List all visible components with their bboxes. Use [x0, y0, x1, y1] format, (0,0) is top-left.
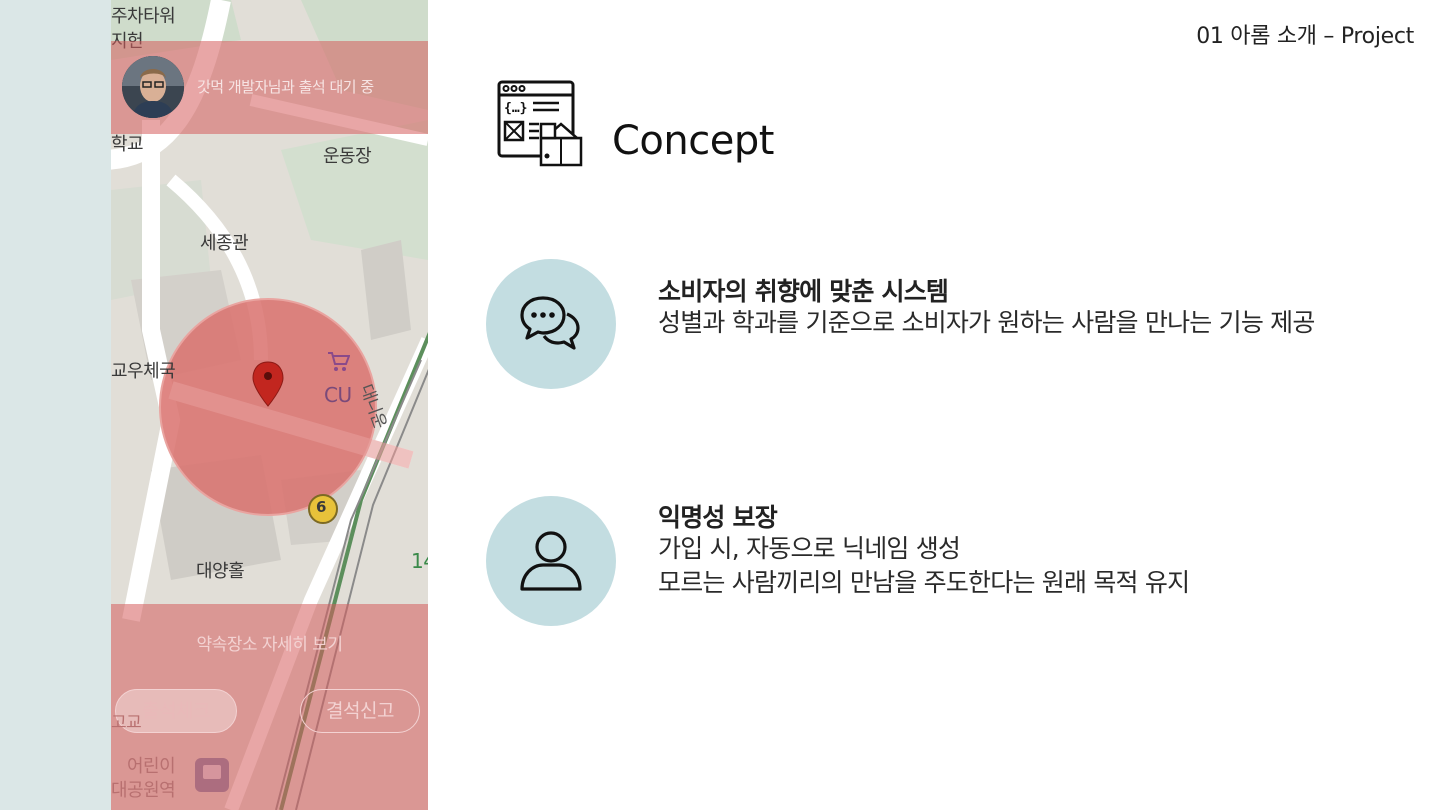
road-marker-number: 6	[316, 498, 326, 516]
feature-icon-circle-2	[486, 496, 616, 626]
feature-2-desc-line-2: 모르는 사람끼리의 만남을 주도한다는 원래 목적 유지	[658, 568, 1190, 597]
view-place-details-link[interactable]: 약속장소 자세히 보기	[111, 630, 428, 655]
left-side-strip	[0, 0, 111, 810]
feature-icon-circle-1	[486, 259, 616, 389]
map-label-post-office: 교우체국	[111, 361, 176, 382]
map-label-sejong-hall: 세종관	[200, 233, 249, 254]
map-label-playground: 운동장	[323, 146, 372, 167]
profile-photo-icon	[122, 56, 184, 118]
map-label-cu: CU	[324, 383, 352, 407]
feature-2-title: 익명성 보장	[658, 503, 778, 532]
phone-screenshot: 주차타워 지헌 학교 운동장 세종관 교우체국 CU 6 대양홀 14 대니운 …	[111, 0, 428, 810]
avatar[interactable]	[122, 56, 184, 118]
section-header: 01 아롬 소개 – Project	[1196, 24, 1414, 49]
bottom-panel: 약속장소 자세히 보기 출석체크 결석신고 고교 어린이 대공원역	[111, 604, 428, 810]
web-design-icon: {…}	[497, 80, 583, 167]
svg-text:{…}: {…}	[504, 101, 527, 116]
map-label-high-school: 고교	[111, 713, 142, 733]
user-icon	[520, 531, 582, 591]
feature-1-title: 소비자의 취향에 맞춘 시스템	[658, 277, 949, 306]
absence-report-button[interactable]: 결석신고	[300, 689, 420, 733]
feature-1-desc-line-1: 성별과 학과를 기준으로 소비자가 원하는 사람을 만나는 기능 제공	[658, 308, 1315, 337]
feature-2-desc-line-1: 가입 시, 자동으로 닉네임 생성	[658, 534, 961, 563]
status-text: 갓먹 개발자님과 출석 대기 중	[197, 78, 374, 96]
status-bar: 갓먹 개발자님과 출석 대기 중	[111, 41, 428, 134]
map-label-road-number: 14	[411, 549, 428, 573]
concept-title: Concept	[612, 118, 774, 164]
map-label-park-station: 대공원역	[111, 780, 176, 801]
map-label-daeyang-hall: 대양홀	[196, 561, 245, 582]
map-label-parking-tower: 주차타워	[111, 6, 176, 27]
shopping-cart-icon	[328, 352, 350, 371]
chat-bubbles-icon	[520, 296, 580, 350]
map-label-children-park: 어린이	[127, 756, 176, 777]
